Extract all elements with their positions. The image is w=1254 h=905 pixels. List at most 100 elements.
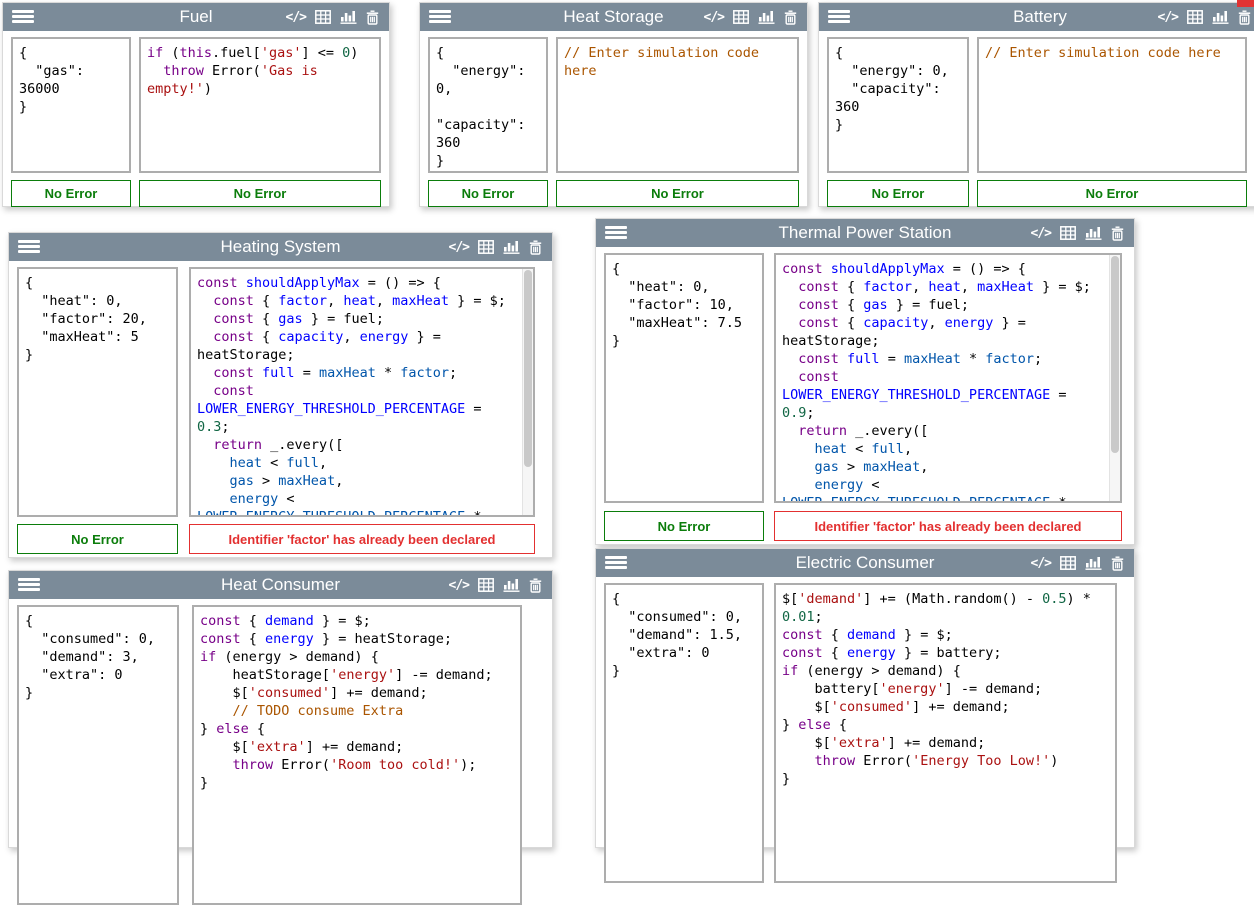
chart-view-icon[interactable] bbox=[503, 240, 520, 254]
table-view-icon[interactable] bbox=[1060, 556, 1076, 570]
delete-icon[interactable] bbox=[1238, 10, 1251, 25]
delete-icon[interactable] bbox=[784, 10, 797, 25]
table-view-icon[interactable] bbox=[315, 10, 331, 24]
code-line: throw Error('Gas is empty!') bbox=[147, 62, 373, 98]
code-status: No Error bbox=[139, 180, 381, 207]
scrollbar-thumb[interactable] bbox=[1111, 256, 1119, 453]
code-view-icon[interactable]: </> bbox=[449, 578, 469, 593]
state-status: No Error bbox=[604, 511, 764, 541]
delete-icon[interactable] bbox=[529, 240, 542, 255]
code-line: const { capacity, energy } = heatStorage… bbox=[197, 328, 517, 364]
code-view-icon[interactable]: </> bbox=[704, 10, 724, 25]
delete-icon[interactable] bbox=[1111, 556, 1124, 571]
table-view-icon[interactable] bbox=[1060, 226, 1076, 240]
code-editor[interactable]: if (this.fuel['gas'] <= 0) throw Error('… bbox=[139, 37, 381, 173]
table-view-icon[interactable] bbox=[1187, 10, 1203, 24]
code-line: const { factor, heat, maxHeat } = $; bbox=[197, 292, 517, 310]
code-view-icon[interactable]: </> bbox=[1031, 226, 1051, 241]
code-line: const LOWER_ENERGY_THRESHOLD_PERCENTAGE … bbox=[197, 382, 517, 436]
code-editor[interactable]: // Enter simulation code here bbox=[977, 37, 1247, 173]
code-line: heat < full, bbox=[197, 454, 517, 472]
state-editor[interactable]: { "heat": 0, "factor": 10, "maxHeat": 7.… bbox=[604, 253, 764, 503]
panel-thermal: Thermal Power Station</> { "heat": 0, "fa… bbox=[595, 218, 1135, 545]
state-status: No Error bbox=[11, 180, 131, 207]
code-line: const shouldApplyMax = () => { bbox=[782, 260, 1104, 278]
code-scrollbar[interactable] bbox=[522, 269, 533, 515]
state-editor[interactable]: { "gas": 36000 } bbox=[11, 37, 131, 173]
code-line: gas > maxHeat, bbox=[782, 458, 1104, 476]
state-editor[interactable]: { "energy": 0, "capacity": 360 } bbox=[827, 37, 969, 173]
code-editor[interactable]: // Enter simulation code here bbox=[556, 37, 799, 173]
state-editor[interactable]: { "heat": 0, "factor": 20, "maxHeat": 5 … bbox=[17, 267, 178, 517]
header-actions: </> bbox=[449, 233, 542, 261]
code-line: energy < LOWER_ENERGY_THRESHOLD_PERCENTA… bbox=[782, 476, 1104, 503]
code-line: heatStorage['energy'] -= demand; bbox=[200, 666, 514, 684]
code-line: throw Error('Room too cold!'); bbox=[200, 756, 514, 774]
chart-view-icon[interactable] bbox=[503, 578, 520, 592]
code-line: battery['energy'] -= demand; bbox=[782, 680, 1109, 698]
code-line: const { demand } = $; bbox=[782, 626, 1109, 644]
table-view-icon[interactable] bbox=[478, 578, 494, 592]
code-line: if (energy > demand) { bbox=[200, 648, 514, 666]
code-view-icon[interactable]: </> bbox=[286, 10, 306, 25]
code-line: heat < full, bbox=[782, 440, 1104, 458]
code-line: } else { bbox=[782, 716, 1109, 734]
code-line: return _.every([ bbox=[197, 436, 517, 454]
code-line: $['consumed'] += demand; bbox=[782, 698, 1109, 716]
delete-icon[interactable] bbox=[1111, 226, 1124, 241]
code-line: gas > maxHeat, bbox=[197, 472, 517, 490]
code-line: const { gas } = fuel; bbox=[197, 310, 517, 328]
code-line: } bbox=[200, 774, 514, 792]
chart-view-icon[interactable] bbox=[1085, 226, 1102, 240]
state-status: No Error bbox=[827, 180, 969, 207]
state-editor[interactable]: { "consumed": 0, "demand": 3, "extra": 0… bbox=[17, 605, 179, 905]
code-line: // Enter simulation code here bbox=[985, 44, 1239, 62]
chart-view-icon[interactable] bbox=[758, 10, 775, 24]
table-view-icon[interactable] bbox=[733, 10, 749, 24]
code-editor[interactable]: const { demand } = $;const { energy } = … bbox=[192, 605, 522, 905]
code-line: $['extra'] += demand; bbox=[782, 734, 1109, 752]
code-line: const { capacity, energy } = heatStorage… bbox=[782, 314, 1104, 350]
state-status: No Error bbox=[428, 180, 548, 207]
chart-view-icon[interactable] bbox=[1085, 556, 1102, 570]
code-view-icon[interactable]: </> bbox=[449, 240, 469, 255]
header-actions: </> bbox=[449, 571, 542, 599]
code-editor[interactable]: const shouldApplyMax = () => { const { f… bbox=[774, 253, 1122, 503]
code-editor[interactable]: $['demand'] += (Math.random() - 0.5) * 0… bbox=[774, 583, 1117, 883]
code-scrollbar[interactable] bbox=[1109, 255, 1120, 501]
code-view-icon[interactable]: </> bbox=[1158, 10, 1178, 25]
delete-icon[interactable] bbox=[529, 578, 542, 593]
scrollbar-thumb[interactable] bbox=[524, 270, 532, 467]
panel-battery: Battery</>{ "energy": 0, "capacity": 360… bbox=[818, 2, 1254, 207]
table-view-icon[interactable] bbox=[478, 240, 494, 254]
code-line: const full = maxHeat * factor; bbox=[197, 364, 517, 382]
code-view-icon[interactable]: </> bbox=[1031, 556, 1051, 571]
code-editor[interactable]: const shouldApplyMax = () => { const { f… bbox=[189, 267, 535, 517]
header-actions: </> bbox=[704, 3, 797, 31]
code-line: energy < LOWER_ENERGY_THRESHOLD_PERCENTA… bbox=[197, 490, 517, 517]
delete-icon[interactable] bbox=[366, 10, 379, 25]
header-actions: </> bbox=[286, 3, 379, 31]
panel-heatStorage: Heat Storage</> { "energy": 0, "capacity"… bbox=[419, 2, 808, 207]
panel-header: Electric Consumer</> bbox=[596, 549, 1134, 577]
header-actions: </> bbox=[1158, 3, 1251, 31]
header-actions: </> bbox=[1031, 219, 1124, 247]
panel-header: Thermal Power Station</> bbox=[596, 219, 1134, 247]
code-status: No Error bbox=[556, 180, 799, 207]
code-line: const full = maxHeat * factor; bbox=[782, 350, 1104, 368]
code-line: const LOWER_ENERGY_THRESHOLD_PERCENTAGE … bbox=[782, 368, 1104, 422]
state-editor[interactable]: { "consumed": 0, "demand": 1.5, "extra":… bbox=[604, 583, 764, 883]
code-line: const { energy } = heatStorage; bbox=[200, 630, 514, 648]
code-line: const { demand } = $; bbox=[200, 612, 514, 630]
state-editor[interactable]: { "energy": 0, "capacity": 360 } bbox=[428, 37, 548, 173]
panel-heatConsumer: Heat Consumer</>{ "consumed": 0, "demand… bbox=[8, 570, 553, 848]
code-line: $['consumed'] += demand; bbox=[200, 684, 514, 702]
chart-view-icon[interactable] bbox=[340, 10, 357, 24]
panel-header: Heat Storage</> bbox=[420, 3, 807, 31]
code-status: Identifier 'factor' has already been dec… bbox=[774, 511, 1122, 541]
code-line: // TODO consume Extra bbox=[200, 702, 514, 720]
chart-view-icon[interactable] bbox=[1212, 10, 1229, 24]
code-line: const { factor, heat, maxHeat } = $; bbox=[782, 278, 1104, 296]
panel-header: Heating System</> bbox=[9, 233, 552, 261]
code-line: $['extra'] += demand; bbox=[200, 738, 514, 756]
